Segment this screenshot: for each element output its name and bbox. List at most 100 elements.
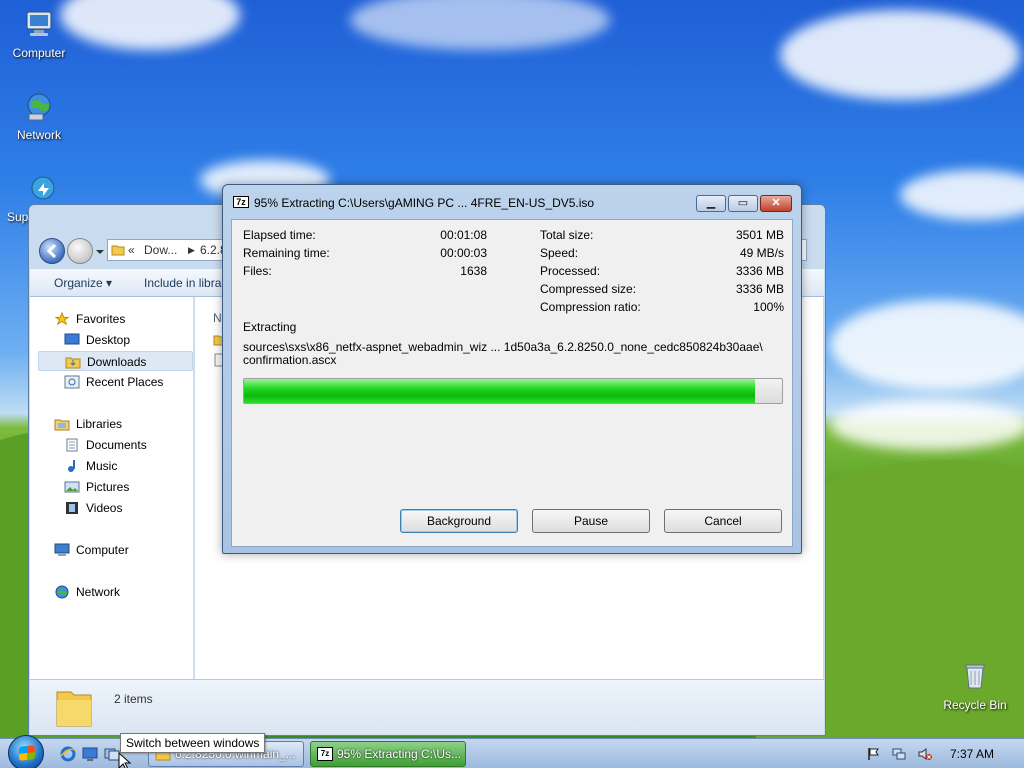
pause-button[interactable]: Pause [532,509,650,533]
operation-label: Extracting [243,320,297,334]
close-icon: ✕ [771,197,781,209]
speed-label: Speed: [540,246,579,260]
current-file-path: sources\sxs\x86_netfx-aspnet_webadmin_wi… [243,340,763,354]
progress-bar-fill [244,379,756,403]
desktop-icon-recycle-bin[interactable]: Recycle Bin [937,660,1013,712]
nav-network[interactable]: Network [54,582,214,602]
taskbar-item-label: 95% Extracting C:\Us... [337,747,462,761]
chevron-down-icon[interactable] [95,247,105,257]
total-size-value: 3501 MB [735,228,784,242]
nav-label: Music [86,459,118,473]
desktop-icon-network[interactable]: Network [1,90,77,142]
cloud [830,300,1024,390]
nav-label: Network [76,585,121,599]
address-prefix: « [128,243,135,257]
dialog-titlebar[interactable]: 7z 95% Extracting C:\Users\gAMING PC ...… [223,185,801,219]
address-separator: ▶ [188,245,195,255]
computer-icon [26,11,52,36]
desktop-icon-label: Recycle Bin [943,698,1007,712]
mouse-cursor-icon [118,752,132,768]
start-button[interactable] [8,735,44,768]
compression-ratio-label: Compression ratio: [540,300,641,314]
arrow-left-icon [46,243,57,259]
details-pane: 2 items [30,679,824,735]
compressed-size-value: 3336 MB [735,282,784,296]
remaining-time-label: Remaining time: [243,246,330,260]
back-button[interactable] [39,238,65,264]
system-clock[interactable]: 7:37 AM [950,747,994,761]
switch-windows-tooltip: Switch between windows [120,733,266,753]
nav-label: Favorites [76,312,126,326]
processed-value: 3336 MB [735,264,784,278]
7zip-icon: 7z [317,747,333,761]
nav-label: Documents [86,438,147,452]
cloud [350,0,610,50]
action-center-flag-icon[interactable] [866,747,880,761]
nav-label: Downloads [87,355,147,369]
maximize-button[interactable]: ▭ [728,195,758,212]
compressed-size-label: Compressed size: [540,282,637,296]
nav-label: Libraries [76,417,123,431]
organize-label: Organize [54,276,103,290]
computer-icon [54,543,70,556]
background-button[interactable]: Background [400,509,518,533]
elapsed-time-label: Elapsed time: [243,228,316,242]
folder-icon [56,691,92,727]
remaining-time-value: 00:00:03 [440,246,487,260]
desktop-icon-label: Computer [12,46,66,60]
address-segment-downloads[interactable]: Dow... [144,243,177,257]
libraries-icon [54,419,70,431]
network-status-icon[interactable] [892,747,906,761]
internet-explorer-icon[interactable] [60,746,76,762]
column-header-name[interactable]: N [213,311,222,325]
dialog-body: Elapsed time: 00:01:08 Remaining time: 0… [231,219,793,547]
navigation-pane: Favorites Desktop Downloads Recent Place… [30,297,194,679]
recycle-bin-icon [965,664,985,689]
nav-libraries[interactable]: Libraries [54,414,214,434]
folder-icon [111,245,125,256]
cloud [60,0,240,50]
downloads-folder-icon [65,357,81,369]
show-desktop-icon[interactable] [82,746,98,762]
cloud [900,170,1024,220]
elapsed-time-value: 00:01:08 [440,228,487,242]
nav-label: Pictures [86,480,130,494]
include-in-library-button[interactable]: Include in libra [144,276,221,290]
extraction-progress-dialog[interactable]: 7z 95% Extracting C:\Users\gAMING PC ...… [222,184,802,554]
nav-label: Videos [86,501,123,515]
nav-downloads[interactable]: Downloads [38,351,193,371]
files-label: Files: [243,264,272,278]
film-strip-icon [66,502,78,514]
minimize-button[interactable]: ▁ [696,195,726,212]
network-globe-icon [55,585,69,599]
organize-button[interactable]: Organize ▾ [54,276,112,290]
cloud [830,400,1024,450]
desktop-icon-label: Network [16,128,61,142]
recent-places-icon [64,375,80,389]
desktop-icon-computer[interactable]: Computer [1,8,77,60]
7zip-icon: 7z [233,196,249,208]
nav-favorites[interactable]: Favorites [54,309,214,329]
dialog-title: 95% Extracting C:\Users\gAMING PC ... 4F… [254,196,595,210]
forward-button[interactable] [67,238,93,264]
cloud [780,10,1020,100]
nav-label: Desktop [86,333,131,347]
nav-computer[interactable]: Computer [54,540,214,560]
close-button[interactable]: ✕ [760,195,792,212]
network-globe-icon [27,93,51,121]
desktop-folder-icon [64,333,80,345]
star-icon [54,312,70,326]
minimize-icon: ▁ [706,197,716,209]
music-note-icon [68,460,75,472]
speed-value: 49 MB/s [739,246,784,260]
item-count: 2 items [114,692,153,706]
nav-label: Computer [76,543,129,557]
cancel-button[interactable]: Cancel [664,509,782,533]
volume-muted-icon[interactable] [918,747,932,761]
progress-bar [243,378,783,404]
documents-icon [66,438,78,452]
compression-ratio-value: 100% [753,300,784,314]
pictures-icon [64,481,80,493]
taskbar-item-7zip[interactable]: 7z 95% Extracting C:\Us... [310,741,466,767]
maximize-icon: ▭ [737,197,749,209]
